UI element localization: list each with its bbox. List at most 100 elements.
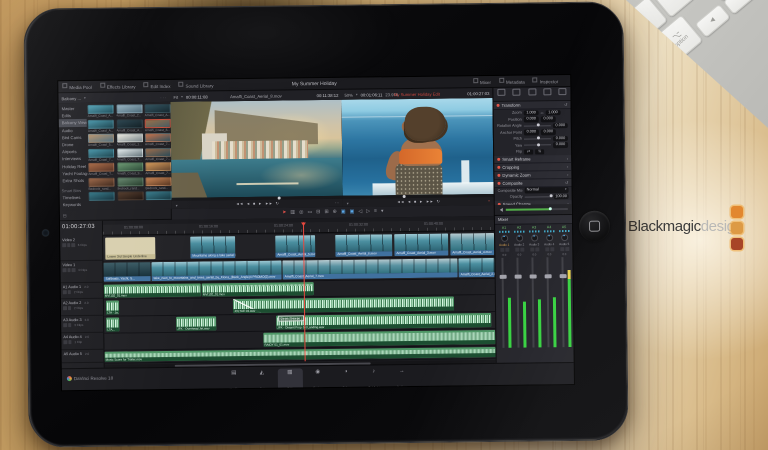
page-button[interactable]: ◭ Cut: [249, 369, 274, 391]
media-clip-thumbnail[interactable]: [89, 192, 115, 201]
flip-vertical-button[interactable]: ⇅: [535, 149, 544, 154]
audio-clip[interactable]: LTA - Ja...: [106, 301, 119, 315]
source-viewer[interactable]: [170, 100, 343, 198]
inspector-tab[interactable]: Image: [555, 87, 571, 100]
source-clip-name[interactable]: Amalfi_Coast_Aerial_8.mov: [170, 92, 341, 99]
source-gang-icon[interactable]: ▾: [176, 202, 178, 207]
speaker-icon[interactable]: [498, 208, 503, 212]
audio-clip[interactable]: LTA...: [106, 318, 119, 332]
track-header-audio1[interactable]: A1 Audio 1 2.0 2 Clips: [61, 284, 104, 300]
channel-fader[interactable]: [542, 257, 557, 349]
inspector-tab[interactable]: Transition: [540, 87, 556, 100]
enable-dot[interactable]: [497, 157, 500, 160]
enable-icon[interactable]: [67, 268, 71, 272]
transport-button[interactable]: ◄◄: [397, 198, 405, 206]
media-clip-thumbnail[interactable]: Amalfi_Coast_2...: [116, 104, 142, 117]
media-clip-thumbnail[interactable]: Amalfi_Coast_7...: [145, 147, 171, 160]
media-clip-thumbnail[interactable]: Amalfi_Coast_5...: [88, 134, 114, 147]
fader-handle[interactable]: [499, 275, 506, 279]
auto-select-icon[interactable]: [71, 243, 75, 247]
audio-clip[interactable]: JFK - Overhead Jet.wav: [176, 316, 216, 330]
media-clip-thumbnail[interactable]: Amalfi_Coast_8...: [145, 118, 171, 131]
media-clip-thumbnail[interactable]: Amalfi_Coast_T...: [117, 148, 143, 161]
yaw-slider[interactable]: [524, 144, 551, 145]
toolbar-icon[interactable]: ▷: [366, 206, 370, 217]
toolbar-icon[interactable]: ≡: [374, 206, 377, 217]
video-clip[interactable]: Amalfi_Coast_Aerial_5.mov: [275, 235, 315, 257]
solo-button[interactable]: [505, 248, 509, 252]
audio-clip[interactable]: MVI102_01.mov: [202, 282, 314, 296]
reset-icon[interactable]: ↺: [565, 180, 568, 185]
media-clip-thumbnail[interactable]: [146, 191, 172, 200]
toolbar-icon[interactable]: ➤: [282, 207, 286, 218]
solo-button[interactable]: [520, 248, 524, 252]
solo-icon[interactable]: [67, 290, 71, 294]
anchor-x-field[interactable]: 0.000: [524, 129, 539, 135]
solo-icon[interactable]: [67, 306, 71, 310]
pitch-field[interactable]: 0.000: [553, 136, 568, 142]
mute-button[interactable]: [500, 248, 504, 252]
toolbar-icon[interactable]: ⊞: [324, 207, 328, 218]
solo-button[interactable]: [550, 247, 554, 251]
media-clip-thumbnail[interactable]: [117, 191, 143, 200]
video-clip[interactable]: Amalfi_Coast_Aerial_2.mov: [458, 258, 494, 277]
enable-dot[interactable]: [497, 165, 500, 168]
link-icon[interactable]: ∞: [541, 110, 544, 115]
bin-item[interactable]: Extra Shots: [59, 177, 87, 185]
yaw-field[interactable]: 0.000: [553, 142, 568, 148]
pan-knob[interactable]: [516, 235, 523, 242]
audio-clip[interactable]: Classic Swoope...JFK - Distant Prop Jet …: [276, 313, 491, 330]
toolbar-icon[interactable]: ◎: [299, 207, 304, 218]
media-clip-thumbnail[interactable]: Amalfi_Coast_A...: [88, 119, 114, 132]
transport-button[interactable]: ↻: [276, 200, 279, 208]
pan-knob[interactable]: [531, 234, 538, 241]
pan-knob[interactable]: [546, 234, 553, 241]
pan-knob[interactable]: [501, 235, 508, 242]
enable-dot[interactable]: [497, 104, 500, 107]
mute-button[interactable]: [545, 247, 549, 251]
track-header-audio2[interactable]: A2 Audio 2 2.0 2 Clips: [61, 300, 104, 317]
transport-button[interactable]: ►►: [426, 198, 434, 206]
video-clip[interactable]: Sailboats, Yacht, S...: [103, 262, 150, 282]
mute-button[interactable]: [530, 247, 534, 251]
toolbar-icon[interactable]: ▣: [341, 207, 346, 218]
toolbar-icon[interactable]: ▣: [350, 207, 355, 218]
transport-button[interactable]: ■: [253, 200, 255, 208]
timeline-name[interactable]: My Summer Holiday Edit: [341, 90, 492, 97]
toolbar-icon[interactable]: ⊟: [316, 207, 320, 218]
media-clip-thumbnail[interactable]: Amalfi_Coast_1...: [116, 133, 142, 146]
track-header-audio3[interactable]: A3 Audio 3 2.0 3 Clips: [61, 317, 104, 334]
toolbar-icon[interactable]: ◁: [358, 207, 362, 218]
video-clip[interactable]: Amalfi_Coast_Aerial_3.mov: [394, 234, 448, 257]
media-clip-thumbnail[interactable]: Bedrock_rand...: [88, 177, 114, 190]
auto-select-icon[interactable]: [72, 268, 76, 272]
audio-clip[interactable]: Music Score for Trailer.mov: [105, 347, 496, 362]
track-header-video2[interactable]: Video 2 6 Clips: [60, 237, 103, 262]
video-clip[interactable]: Amalfi_Coast_Aerial_4.mov: [450, 233, 494, 256]
audio-clip[interactable]: MVI102_01.mov: [104, 284, 201, 298]
media-clip-thumbnail[interactable]: Amalfi_Coast_7...: [145, 133, 171, 146]
page-button[interactable]: ◑ Color: [333, 368, 358, 391]
media-pool-options-icon[interactable]: ···: [160, 94, 167, 99]
track-header-video1[interactable]: Video 1 4 Clips: [60, 262, 103, 284]
video-clip[interactable]: take_next_to_mountains_and_trees_aerial_…: [151, 261, 281, 282]
media-clip-thumbnail[interactable]: Bedrock_rand...: [145, 176, 171, 189]
toolbar-icon[interactable]: ▥: [290, 207, 295, 218]
enable-icon[interactable]: [67, 243, 71, 247]
toolbar-icon[interactable]: ▾: [381, 206, 384, 217]
fader-handle[interactable]: [544, 274, 551, 278]
solo-icon[interactable]: [68, 340, 72, 344]
zoom-y-field[interactable]: 1.000: [545, 110, 560, 116]
position-x-field[interactable]: 0.000: [524, 116, 539, 122]
toolbar-icon[interactable]: ⊕: [333, 207, 337, 218]
media-clip-thumbnail[interactable]: Amalfi_Coast_7...: [88, 148, 114, 161]
enable-dot[interactable]: [497, 173, 500, 176]
opacity-field[interactable]: 100.00: [554, 194, 569, 200]
solo-button[interactable]: [565, 247, 569, 251]
toolbar-icon[interactable]: ▭: [307, 207, 312, 218]
solo-button[interactable]: [535, 247, 539, 251]
page-button[interactable]: ♪ Fairlight: [361, 367, 386, 390]
reset-icon[interactable]: ↺: [564, 102, 567, 107]
opacity-slider[interactable]: [525, 196, 552, 197]
video-clip[interactable]: Amalfi_Coast_Aerial_7.mov: [282, 258, 457, 279]
